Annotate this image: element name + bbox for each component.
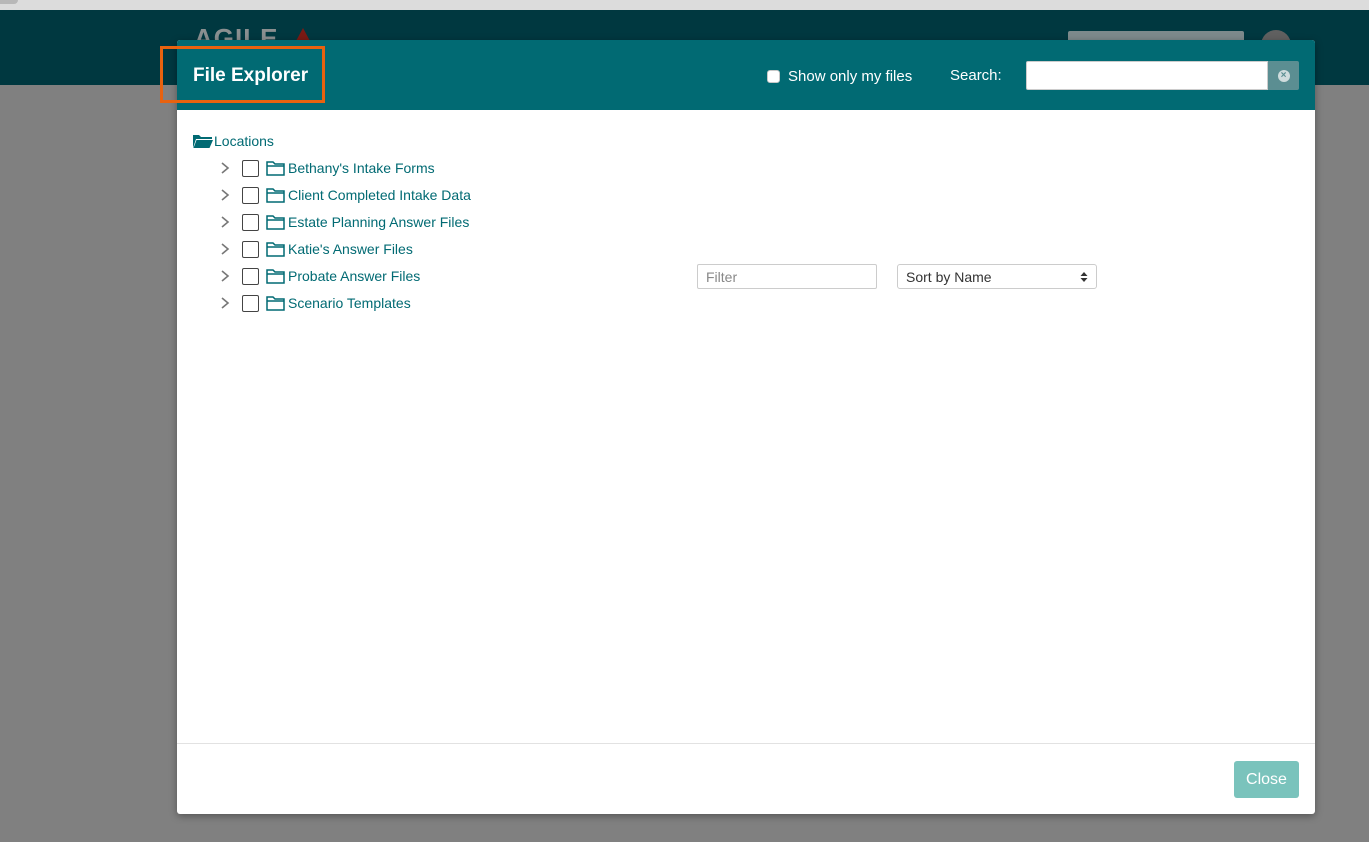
modal-header: File Explorer Show only my files Search:… (177, 40, 1315, 110)
show-only-my-files-toggle[interactable]: Show only my files (767, 66, 912, 86)
show-only-my-files-checkbox[interactable] (767, 69, 780, 83)
chevron-right-icon[interactable] (220, 243, 230, 255)
tree-item-checkbox[interactable] (242, 213, 259, 231)
tree-item-label[interactable]: Bethany's Intake Forms (288, 160, 435, 176)
search-clear-button[interactable]: × (1268, 61, 1299, 90)
folder-icon (266, 188, 285, 203)
tree-item-checkbox[interactable] (242, 186, 259, 204)
sort-select-value: Sort by Name (906, 268, 992, 285)
search-label: Search: (950, 67, 1002, 84)
sort-arrows-icon (1080, 271, 1088, 282)
folder-icon (266, 242, 285, 257)
tree-root-locations[interactable]: Locations (193, 132, 274, 150)
filter-input[interactable] (697, 264, 877, 289)
tree-item-label[interactable]: Estate Planning Answer Files (288, 214, 469, 230)
clear-circle-icon: × (1277, 69, 1290, 82)
tree-item[interactable]: Probate Answer Files (220, 266, 420, 286)
folder-icon (266, 296, 285, 311)
tree-item-checkbox[interactable] (242, 240, 259, 258)
tree-item[interactable]: Bethany's Intake Forms (220, 158, 435, 178)
chevron-right-icon[interactable] (220, 189, 230, 201)
tree-item-checkbox[interactable] (242, 294, 259, 312)
close-button[interactable]: Close (1234, 761, 1299, 798)
chevron-right-icon[interactable] (220, 162, 230, 174)
tree-root-label: Locations (214, 133, 274, 149)
tree-item-label[interactable]: Katie's Answer Files (288, 241, 413, 257)
tree-item-checkbox[interactable] (242, 159, 259, 177)
tree-item[interactable]: Scenario Templates (220, 293, 411, 313)
folder-open-icon (193, 135, 213, 148)
tree-item-checkbox[interactable] (242, 267, 259, 285)
highlight-box (160, 46, 325, 103)
tree-item[interactable]: Katie's Answer Files (220, 239, 413, 259)
search-input[interactable] (1026, 61, 1268, 90)
chevron-right-icon[interactable] (220, 297, 230, 309)
tree-item[interactable]: Estate Planning Answer Files (220, 212, 469, 232)
tree-item[interactable]: Client Completed Intake Data (220, 185, 471, 205)
file-explorer-modal: File Explorer Show only my files Search:… (177, 40, 1315, 814)
tree-item-label[interactable]: Scenario Templates (288, 295, 411, 311)
folder-icon (266, 161, 285, 176)
chevron-right-icon[interactable] (220, 270, 230, 282)
show-only-my-files-label: Show only my files (788, 67, 913, 85)
chevron-right-icon[interactable] (220, 216, 230, 228)
tree-item-label[interactable]: Client Completed Intake Data (288, 187, 471, 203)
footer-divider (177, 743, 1315, 744)
folder-icon (266, 269, 285, 284)
browser-chrome (0, 0, 1369, 10)
browser-tab-corner (0, 0, 18, 4)
folder-icon (266, 215, 285, 230)
tree-item-label[interactable]: Probate Answer Files (288, 268, 420, 284)
sort-select[interactable]: Sort by Name (897, 264, 1097, 289)
